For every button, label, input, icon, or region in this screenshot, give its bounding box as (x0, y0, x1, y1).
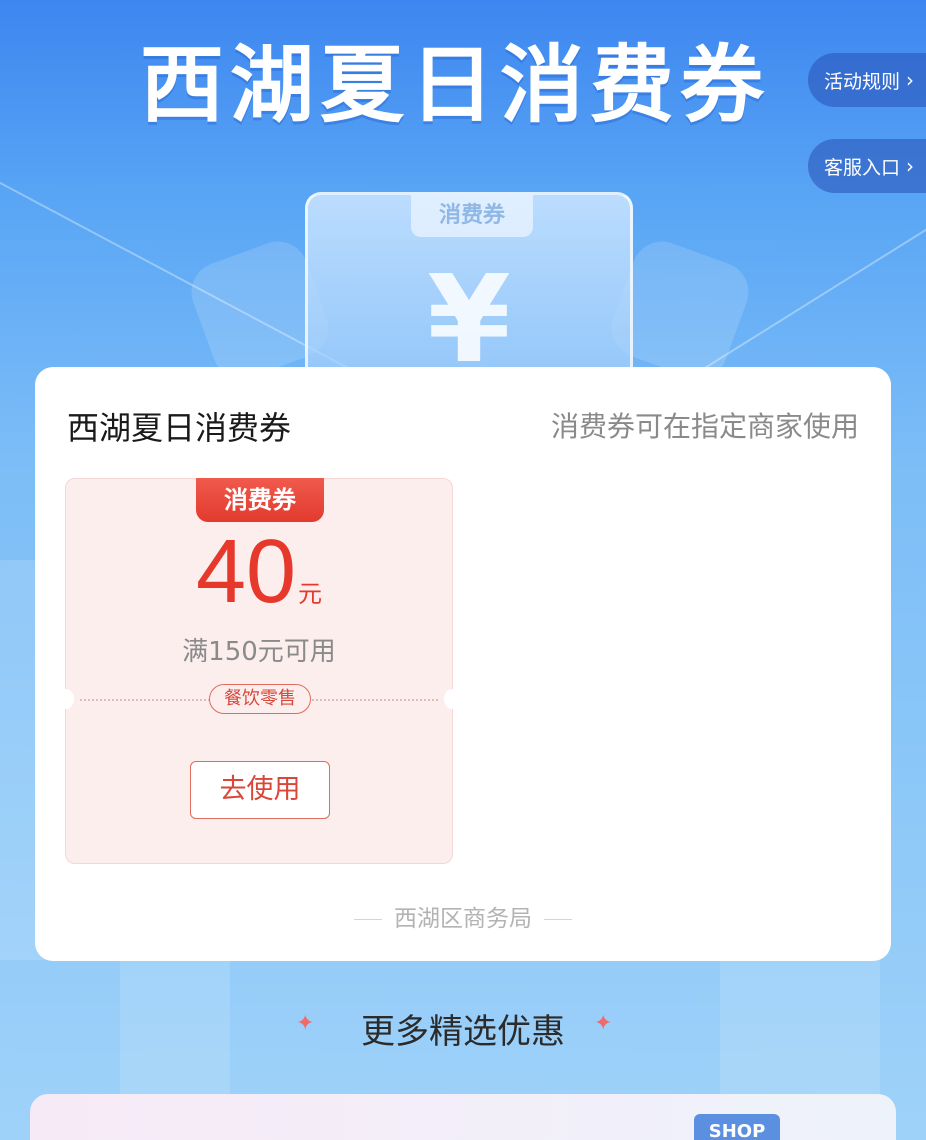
sparkle-icon: ✦ (594, 1011, 613, 1036)
coupon-category-tag: 餐饮零售 (209, 684, 311, 714)
coupon-condition: 满150元可用 (182, 637, 336, 667)
chevron-right-icon: › (906, 68, 915, 92)
coupon-card: 西湖夏日消费券 消费券可在指定商家使用 消费券 40元 满150元可用 餐饮零售… (35, 367, 891, 961)
coupon-notch (58, 689, 74, 709)
activity-rules-button[interactable]: 活动规则 › (808, 53, 926, 107)
issuer-footer: 西湖区商务局 (35, 899, 891, 933)
coupon-notch (444, 689, 460, 709)
divider-line (544, 919, 572, 920)
use-coupon-button[interactable]: 去使用 (190, 761, 330, 819)
coupon-ticket[interactable]: 消费券 40元 满150元可用 餐饮零售 去使用 (58, 478, 460, 864)
chevron-right-icon: › (906, 154, 915, 178)
hero-ticket-tag: 消费券 (411, 195, 533, 237)
coupon-badge: 消费券 (196, 478, 324, 522)
issuer-label: 西湖区商务局 (394, 906, 532, 932)
promo-banner[interactable]: SHOP (30, 1094, 896, 1140)
card-title: 西湖夏日消费券 (67, 409, 292, 447)
card-subtitle: 消费券可在指定商家使用 (550, 410, 859, 443)
hero-ticket-illustration: 消费券 ¥ (305, 192, 633, 392)
hero-title: 西湖夏日消费券 (139, 36, 770, 134)
shop-tag: SHOP (694, 1114, 780, 1140)
divider-line (354, 919, 382, 920)
coupon-amount: 40元 (66, 527, 452, 617)
customer-service-button[interactable]: 客服入口 › (808, 139, 926, 193)
activity-rules-label: 活动规则 (824, 70, 901, 93)
customer-service-label: 客服入口 (824, 156, 901, 179)
coupon-amount-unit: 元 (298, 580, 323, 608)
more-offers-title: 更多精选优惠 (361, 1012, 565, 1052)
coupon-amount-value: 40 (195, 522, 297, 622)
